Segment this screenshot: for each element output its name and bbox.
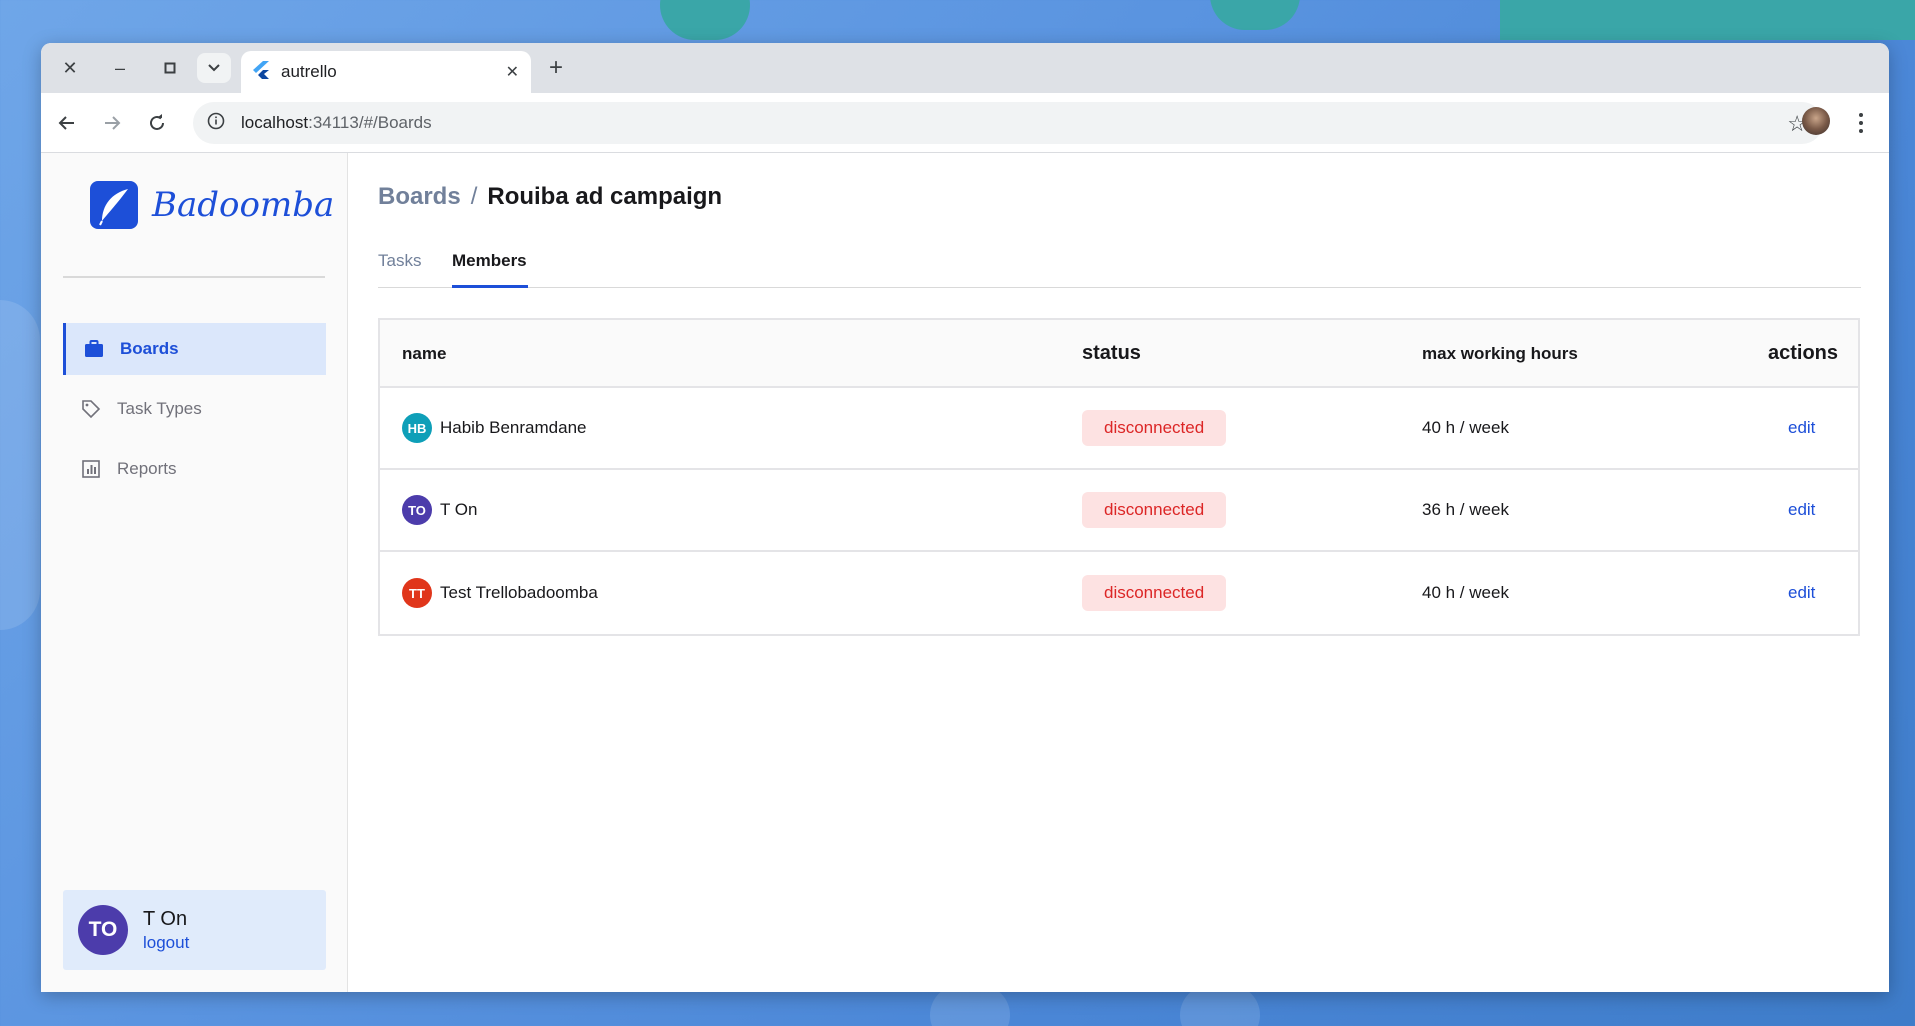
column-header-status: status: [1082, 342, 1141, 364]
breadcrumb-boards-link[interactable]: Boards: [378, 183, 461, 210]
table-row: TT Test Trellobadoomba disconnected 40 h…: [380, 552, 1858, 634]
hours-cell: 40 h / week: [1422, 418, 1509, 437]
wallpaper-shape: [1500, 0, 1915, 40]
status-badge: disconnected: [1082, 492, 1227, 528]
member-name: Test Trellobadoomba: [440, 583, 598, 602]
sidebar-item-label: Reports: [117, 459, 177, 478]
status-cell: disconnected: [1082, 388, 1227, 468]
avatar: TO: [78, 905, 128, 955]
board-tabs: Tasks Members: [378, 233, 1861, 288]
page-title: Rouiba ad campaign: [487, 183, 723, 210]
reload-icon[interactable]: [141, 107, 173, 139]
hours-cell: 40 h / week: [1422, 583, 1509, 602]
brand-logo[interactable]: Badoomba: [90, 181, 334, 229]
sidebar-item-label: Boards: [120, 339, 179, 358]
edit-link[interactable]: edit: [1788, 552, 1815, 634]
wallpaper-shape: [0, 300, 40, 630]
url-text: localhost:34113/#/Boards: [241, 113, 432, 133]
url-host: localhost: [241, 113, 309, 132]
status-badge: disconnected: [1082, 410, 1227, 446]
sidebar-item-label: Task Types: [117, 399, 202, 418]
member-name: Habib Benramdane: [440, 418, 587, 437]
edit-link[interactable]: edit: [1788, 470, 1815, 550]
user-card: TO T On logout: [63, 890, 326, 970]
status-cell: disconnected: [1082, 552, 1227, 634]
table-row: HB Habib Benramdane disconnected 40 h / …: [380, 388, 1858, 470]
avatar: TO: [402, 495, 432, 525]
chart-icon: [81, 459, 101, 479]
close-window-icon[interactable]: ✕: [55, 53, 85, 83]
logout-link[interactable]: logout: [143, 933, 189, 953]
url-path: :34113/#/Boards: [308, 113, 432, 132]
maximize-window-icon[interactable]: [155, 53, 185, 83]
address-bar[interactable]: localhost:34113/#/Boards ☆: [193, 102, 1823, 144]
new-tab-button[interactable]: +: [541, 53, 571, 83]
minimize-window-icon[interactable]: –: [105, 53, 135, 83]
feather-logo-icon: [90, 181, 138, 229]
member-name: T On: [440, 500, 478, 519]
tab-strip: ✕ – autrello ✕ +: [41, 43, 1889, 93]
tab-tasks[interactable]: Tasks: [378, 251, 421, 271]
back-icon[interactable]: [51, 107, 83, 139]
wallpaper-shape: [1210, 0, 1300, 30]
status-cell: disconnected: [1082, 470, 1227, 550]
column-header-actions: actions: [1768, 342, 1839, 364]
site-info-icon[interactable]: [207, 112, 225, 135]
browser-toolbar: localhost:34113/#/Boards ☆: [41, 93, 1889, 153]
hours-cell: 36 h / week: [1422, 500, 1509, 519]
flutter-favicon-icon: [253, 60, 269, 84]
tab-title: autrello: [281, 62, 337, 81]
tag-icon: [81, 399, 101, 419]
member-name-cell: TO T On: [402, 470, 477, 550]
avatar: HB: [402, 413, 432, 443]
edit-link[interactable]: edit: [1788, 388, 1815, 468]
main-content: Boards / Rouiba ad campaign Tasks Members …: [348, 153, 1889, 992]
brand-name: Badoomba: [152, 185, 335, 225]
column-header-hours: max working hours: [1422, 344, 1578, 363]
browser-tab[interactable]: autrello ✕: [241, 51, 531, 93]
browser-window: ✕ – autrello ✕ + localhost:34113/#/Board…: [41, 43, 1889, 992]
sidebar-item-reports[interactable]: Reports: [63, 443, 326, 495]
sidebar-item-boards[interactable]: Boards: [63, 323, 326, 375]
status-badge: disconnected: [1082, 575, 1227, 611]
wallpaper-shape: [660, 0, 750, 40]
app-root: Badoomba Boards Task Types Reports TO T …: [41, 153, 1889, 992]
profile-avatar[interactable]: [1802, 107, 1830, 135]
browser-menu-icon[interactable]: [1851, 107, 1871, 139]
members-table: name status max working hours actions HB…: [378, 318, 1860, 636]
user-name: T On: [143, 907, 188, 930]
briefcase-icon: [84, 339, 104, 359]
member-name-cell: TT Test Trellobadoomba: [402, 552, 598, 634]
active-tab-indicator: [452, 285, 528, 288]
breadcrumb: Boards / Rouiba ad campaign: [378, 183, 722, 211]
tab-close-icon[interactable]: ✕: [506, 62, 519, 82]
forward-icon[interactable]: [96, 107, 128, 139]
sidebar-divider: [63, 276, 325, 278]
sidebar-item-task-types[interactable]: Task Types: [63, 383, 326, 435]
avatar: TT: [402, 578, 432, 608]
user-info: T On logout: [143, 908, 189, 953]
column-header-name: name: [402, 344, 447, 363]
member-name-cell: HB Habib Benramdane: [402, 388, 586, 468]
breadcrumb-separator: /: [470, 183, 478, 210]
sidebar: Badoomba Boards Task Types Reports TO T …: [41, 153, 348, 992]
table-row: TO T On disconnected 36 h / week edit: [380, 470, 1858, 552]
tab-search-dropdown[interactable]: [197, 53, 231, 83]
table-header: name status max working hours actions: [380, 320, 1858, 388]
tab-members[interactable]: Members: [452, 251, 527, 271]
